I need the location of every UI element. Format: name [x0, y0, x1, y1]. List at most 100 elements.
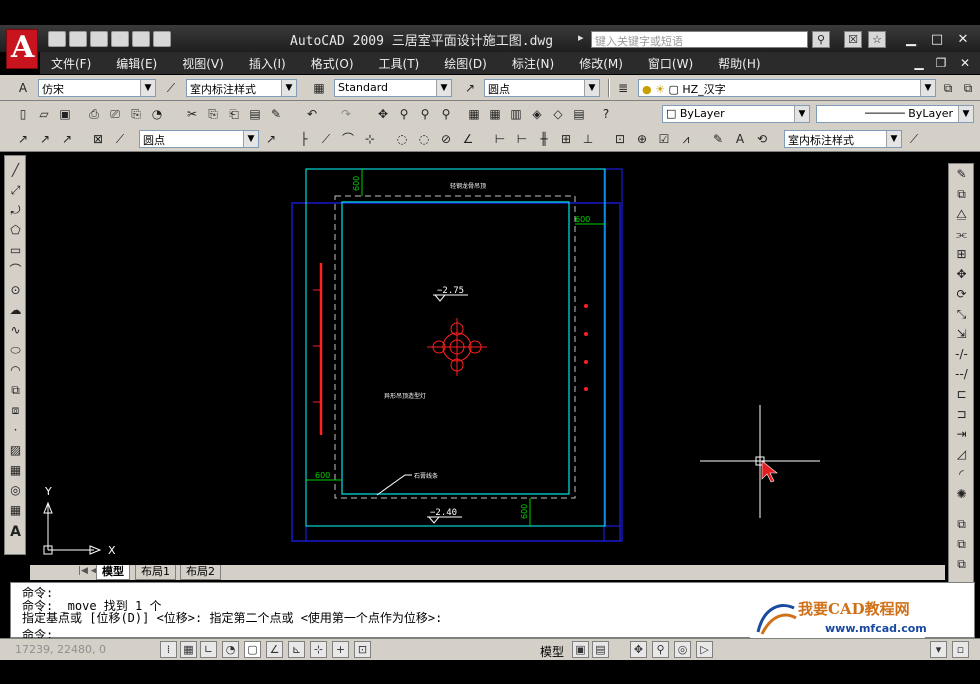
leader-icon[interactable]: ↗	[15, 131, 31, 147]
color-select[interactable]: □ ByLayer ▼	[662, 105, 810, 123]
menu-help[interactable]: 帮助(H)	[718, 55, 760, 72]
point-icon[interactable]: ·	[7, 422, 24, 439]
array-icon[interactable]: ⊞	[953, 246, 970, 263]
tool-palettes-icon[interactable]: ▥	[508, 106, 524, 122]
gradient-icon[interactable]: ▦	[7, 462, 24, 479]
text-style-select[interactable]: 仿宋 ▼	[38, 79, 156, 97]
open-file-icon[interactable]	[69, 31, 87, 47]
stretch-icon[interactable]: ⇲	[953, 326, 970, 343]
multileader-style-icon[interactable]: ↗	[263, 131, 279, 147]
chevron-down-icon[interactable]: ▼	[436, 80, 451, 96]
new-file-icon[interactable]	[48, 31, 66, 47]
tab-layout1[interactable]: 布局1	[135, 565, 176, 580]
chevron-down-icon[interactable]: ▼	[920, 80, 935, 96]
scale-icon[interactable]: ⤡	[953, 306, 970, 323]
quickcalc-icon[interactable]: ▤	[571, 106, 587, 122]
search-icon[interactable]: ⚲	[812, 31, 830, 48]
doc-restore-icon[interactable]: ❐	[932, 55, 950, 71]
rotate-icon[interactable]: ⟳	[953, 286, 970, 303]
offset-icon[interactable]: ⫘	[953, 226, 970, 243]
diameter-dim-icon[interactable]: ⊘	[438, 131, 454, 147]
properties-icon[interactable]: ▦	[466, 106, 482, 122]
minimize-icon[interactable]: ▁	[902, 31, 920, 49]
menu-dimension[interactable]: 标注(N)	[512, 55, 554, 72]
linetype-select[interactable]: ────── ByLayer ▼	[816, 105, 974, 123]
favorites-star-icon[interactable]: ☆	[868, 31, 886, 48]
construction-line-icon[interactable]: ⤢	[7, 182, 24, 199]
redo-icon[interactable]	[153, 31, 171, 47]
print-icon[interactable]	[111, 31, 129, 47]
continue-dim-icon[interactable]: ╫	[536, 131, 552, 147]
chevron-down-icon[interactable]: ▼	[794, 106, 809, 122]
menu-insert[interactable]: 插入(I)	[249, 55, 286, 72]
help-icon[interactable]: ?	[598, 106, 614, 122]
new-icon[interactable]: ▯	[15, 106, 31, 122]
table-style-select[interactable]: Standard ▼	[334, 79, 452, 97]
polyline-icon[interactable]: ⤾	[7, 202, 24, 219]
break-icon[interactable]: ⊐	[953, 406, 970, 423]
table-icon[interactable]: ▦	[7, 502, 24, 519]
dyn-icon[interactable]: ⊹	[310, 641, 327, 658]
rectangle-icon[interactable]: ▭	[7, 242, 24, 259]
undo-icon[interactable]	[132, 31, 150, 47]
polar-icon[interactable]: ◔	[222, 641, 239, 658]
radius-dim-icon[interactable]: ◌	[394, 131, 410, 147]
steering-wheel-icon[interactable]: ◎	[674, 641, 691, 658]
layer-select[interactable]: ● ☀ ▢ HZ_汉字 ▼	[638, 79, 936, 97]
app-menu-button[interactable]: A	[6, 29, 38, 69]
chevron-down-icon[interactable]: ▼	[140, 80, 155, 96]
menu-edit[interactable]: 编辑(E)	[116, 55, 157, 72]
region-icon[interactable]: ◎	[7, 482, 24, 499]
save-icon[interactable]	[90, 31, 108, 47]
dim-space-icon[interactable]: ⊞	[558, 131, 574, 147]
lineweight-icon[interactable]: +	[332, 641, 349, 658]
ordinate-dim-icon[interactable]: ⊹	[362, 131, 378, 147]
quick-dim-icon[interactable]: ⊢	[492, 131, 508, 147]
copy-object-icon[interactable]: ⧉	[953, 186, 970, 203]
make-block-icon[interactable]: ⧈	[7, 402, 24, 419]
aligned-dim-icon[interactable]: ⟋	[318, 131, 334, 147]
line-icon[interactable]: ╱	[7, 162, 24, 179]
menu-view[interactable]: 视图(V)	[182, 55, 224, 72]
table-style-icon[interactable]: ▦	[311, 80, 327, 96]
dim-style-icon[interactable]: ⟋	[163, 80, 179, 96]
dim-style-select[interactable]: 室内标注样式 ▼	[186, 79, 297, 97]
join-icon[interactable]: ⇥	[953, 426, 970, 443]
jogged-dim-icon[interactable]: ◌	[416, 131, 432, 147]
leader-add-icon[interactable]: ↗	[37, 131, 53, 147]
extend-icon[interactable]: --/	[953, 366, 970, 383]
dim-update-icon[interactable]: ⟲	[754, 131, 770, 147]
draw-order-icon[interactable]: ⧉	[953, 516, 970, 533]
polygon-icon[interactable]: ⬠	[7, 222, 24, 239]
plot-preview-icon[interactable]: ⎚	[107, 106, 123, 122]
doc-close-icon[interactable]: ✕	[956, 55, 974, 71]
ellipse-icon[interactable]: ⬭	[7, 342, 24, 359]
snap-icon[interactable]: ⁞	[160, 641, 177, 658]
tolerance-icon[interactable]: ⊡	[612, 131, 628, 147]
save-icon[interactable]: ▣	[57, 106, 73, 122]
break-at-point-icon[interactable]: ⊏	[953, 386, 970, 403]
tab-model[interactable]: 模型	[96, 565, 130, 580]
chevron-down-icon[interactable]: ▼	[958, 106, 973, 122]
ducs-icon[interactable]: ⊾	[288, 641, 305, 658]
arc-icon[interactable]: ⌒	[7, 262, 24, 279]
zoom-previous-icon[interactable]: ⚲	[438, 106, 454, 122]
otrack-icon[interactable]: ∠	[266, 641, 283, 658]
layer-manager-icon[interactable]: ≣	[615, 80, 631, 96]
dim-text-edit-icon[interactable]: A	[732, 131, 748, 147]
paste-block-icon[interactable]: ▤	[247, 106, 263, 122]
zoom-status-icon[interactable]: ⚲	[652, 641, 669, 658]
model-space-label[interactable]: 模型	[540, 643, 564, 660]
menu-draw[interactable]: 绘图(D)	[444, 55, 487, 72]
bring-front-icon[interactable]: ⧉	[953, 536, 970, 553]
markup-icon[interactable]: ◇	[550, 106, 566, 122]
menu-format[interactable]: 格式(O)	[311, 55, 354, 72]
fillet-icon[interactable]: ◜	[953, 466, 970, 483]
multileader-style-icon[interactable]: ↗	[462, 80, 478, 96]
leader-collect-icon[interactable]: ⟋	[112, 131, 128, 147]
design-center-icon[interactable]: ▦	[487, 106, 503, 122]
dim-style-select-2[interactable]: 室内标注样式 ▼	[784, 130, 902, 148]
send-back-icon[interactable]: ⧉	[953, 556, 970, 573]
chamfer-icon[interactable]: ◿	[953, 446, 970, 463]
menu-tools[interactable]: 工具(T)	[379, 55, 420, 72]
